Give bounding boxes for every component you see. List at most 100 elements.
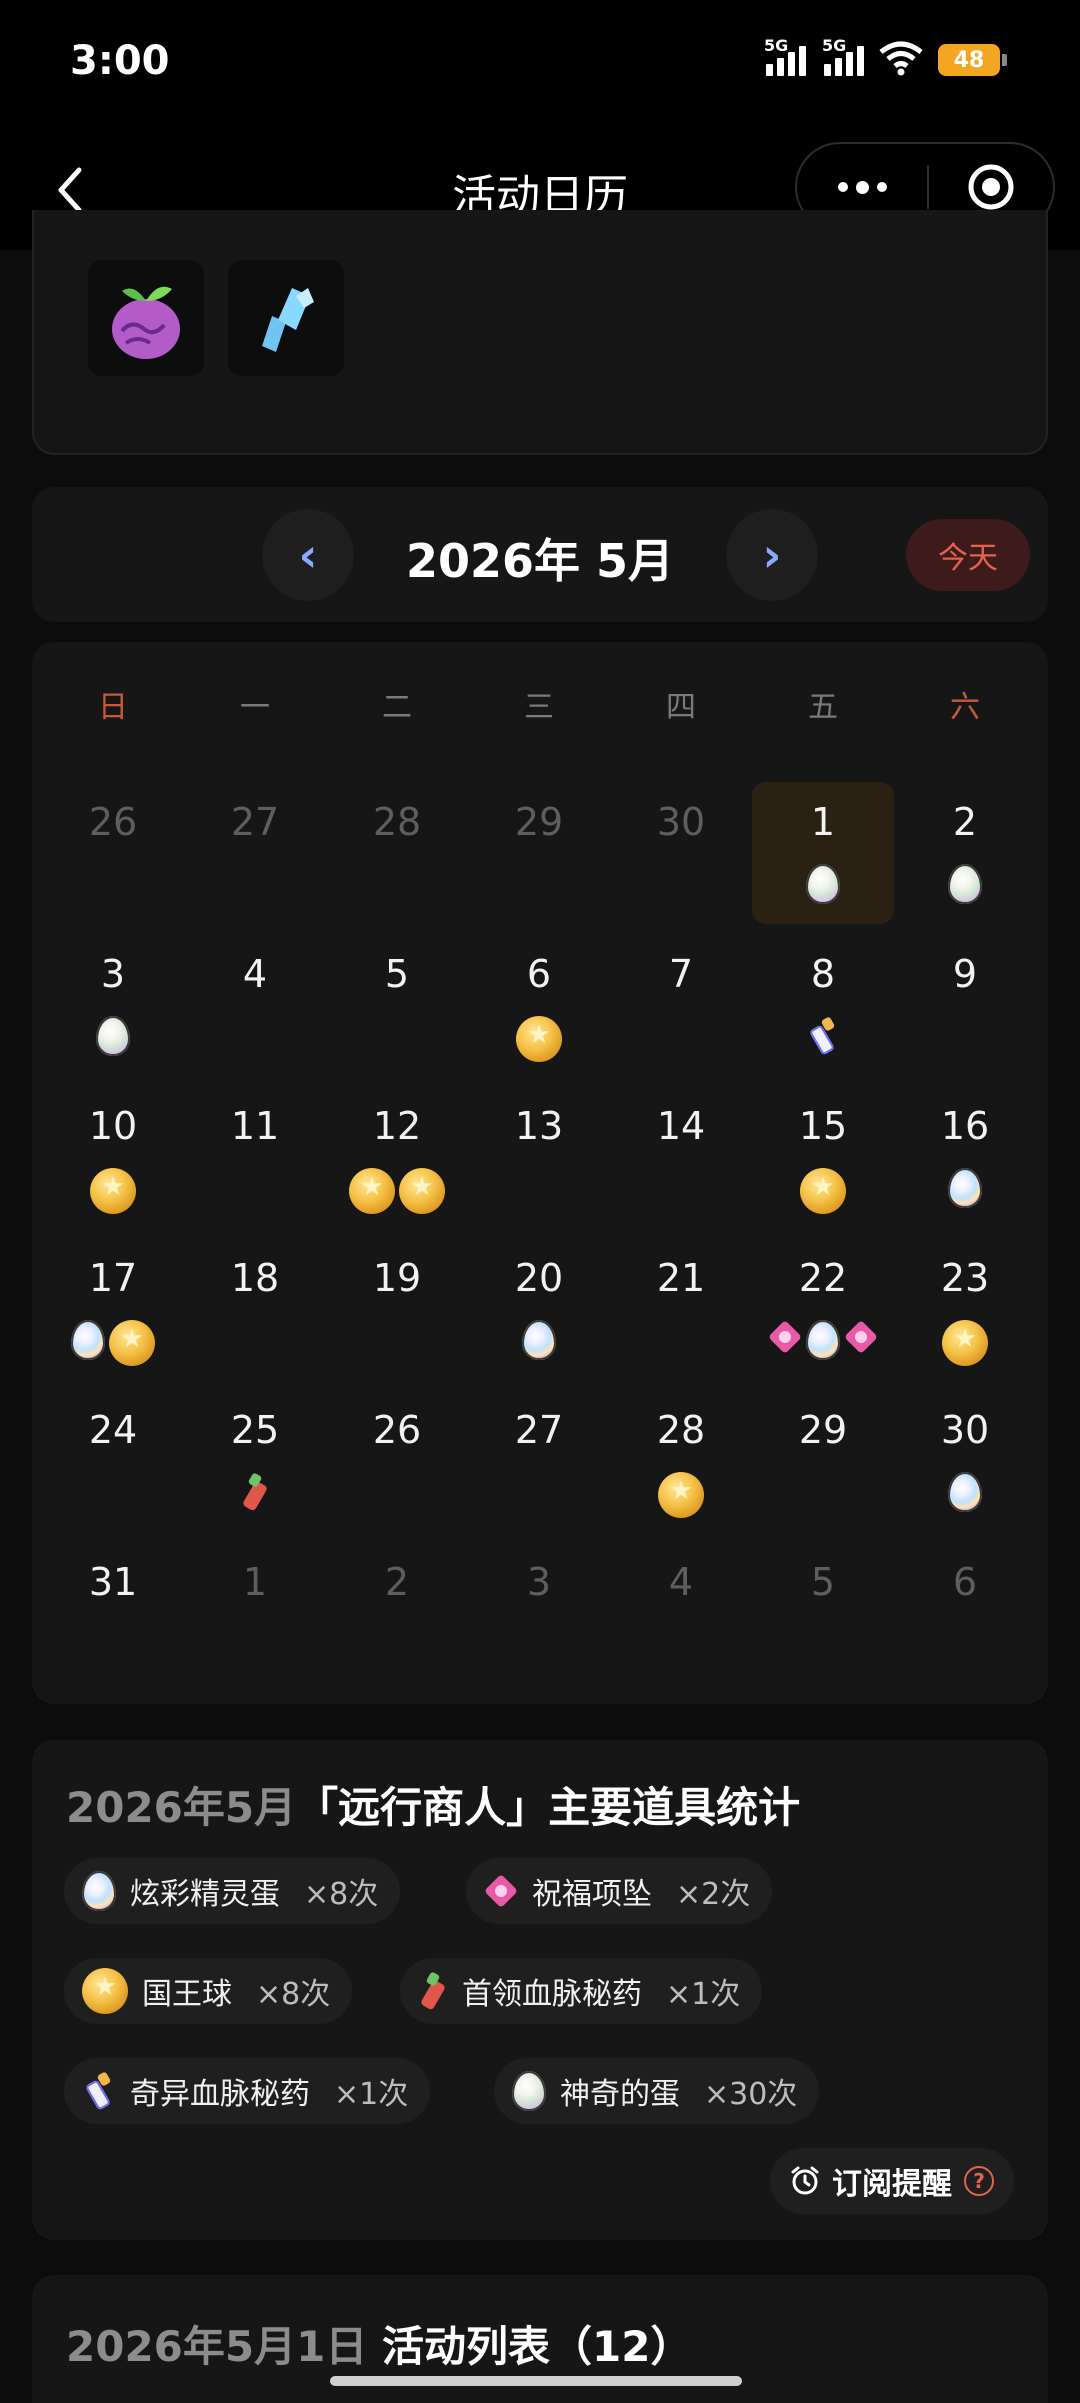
dot (855, 180, 869, 194)
egg-icon (948, 864, 982, 904)
calendar-day[interactable]: 30 (610, 782, 752, 924)
calendar-day[interactable]: 30 (894, 1390, 1036, 1532)
calendar-day[interactable]: 29 (468, 782, 610, 924)
calendar-day[interactable]: 3 (42, 934, 184, 1076)
calendar-day[interactable]: 26 (42, 782, 184, 924)
calendar-day[interactable]: 27 (184, 782, 326, 924)
calendar-week-row: 10 11 12 13 14 15 16 (42, 1086, 1038, 1238)
stats-item[interactable]: 神奇的蛋 ×30次 (494, 2058, 820, 2124)
calendar-day[interactable]: 9 (894, 934, 1036, 1076)
calendar-day[interactable]: 16 (894, 1086, 1036, 1228)
king-ball-icon (349, 1168, 395, 1214)
day-item-icons (752, 1016, 894, 1056)
calendar-day[interactable]: 25 (184, 1390, 326, 1532)
day-number: 26 (372, 1408, 422, 1452)
activity-list-title: 2026年5月1日 活动列表（12） (66, 2313, 692, 2374)
calendar-week-row: 17 18 19 20 21 22 23 (42, 1238, 1038, 1390)
calendar-day[interactable]: 28 (326, 782, 468, 924)
calendar-day[interactable]: 8 (752, 934, 894, 1076)
calendar-day[interactable]: 24 (42, 1390, 184, 1532)
target-icon (968, 164, 1014, 210)
day-number: 17 (88, 1256, 138, 1300)
item-name: 国王球 (142, 1977, 232, 2012)
calendar-day[interactable]: 13 (468, 1086, 610, 1228)
calendar-day[interactable]: 12 (326, 1086, 468, 1228)
day-number: 4 (242, 952, 268, 996)
calendar-week-row: 24 25 26 27 28 29 30 (42, 1390, 1038, 1542)
day-item-icons (326, 1168, 468, 1214)
calendar-day[interactable]: 6 (468, 934, 610, 1076)
calendar-day[interactable]: 26 (326, 1390, 468, 1532)
help-icon[interactable]: ? (964, 2166, 994, 2196)
stats-item[interactable]: 炫彩精灵蛋 ×8次 (64, 1858, 401, 1924)
calendar-week-row: 31 1 2 3 4 5 6 (42, 1542, 1038, 1694)
reward-item[interactable] (228, 260, 344, 376)
calendar-day[interactable]: 4 (610, 1542, 752, 1684)
day-number: 28 (372, 800, 422, 844)
day-item-icons (752, 864, 894, 904)
reward-card (32, 210, 1048, 455)
activity-list-main: 活动列表（12） (381, 2322, 693, 2371)
stats-item[interactable]: 祝福项坠 ×2次 (466, 1858, 773, 1924)
day-number: 11 (230, 1104, 280, 1148)
day-item-icons (184, 1472, 326, 1512)
stats-item[interactable]: 首领血脉秘药 ×1次 (400, 1958, 763, 2024)
calendar-grid: 日 一 二 三 四 五 六 26272829301234567891011121… (32, 642, 1048, 1704)
king-ball-icon (109, 1320, 155, 1366)
calendar-day[interactable]: 18 (184, 1238, 326, 1380)
reward-item[interactable] (88, 260, 204, 376)
calendar-day[interactable]: 28 (610, 1390, 752, 1532)
calendar-day[interactable]: 1 (752, 782, 894, 924)
status-icons: 5G 5G 48 (764, 36, 1007, 76)
calendar-day[interactable]: 29 (752, 1390, 894, 1532)
day-number: 2 (384, 1560, 410, 1604)
home-indicator[interactable] (330, 2376, 742, 2386)
item-name: 首领血脉秘药 (462, 1977, 642, 2012)
calendar-day[interactable]: 7 (610, 934, 752, 1076)
calendar-day[interactable]: 23 (894, 1238, 1036, 1380)
calendar-day[interactable]: 6 (894, 1542, 1036, 1684)
day-number: 15 (798, 1104, 848, 1148)
calendar-day[interactable]: 22 (752, 1238, 894, 1380)
subscribe-label: 订阅提醒 (832, 2167, 952, 2202)
weekday-label: 三 (524, 690, 554, 725)
calendar-day[interactable]: 10 (42, 1086, 184, 1228)
calendar-day[interactable]: 17 (42, 1238, 184, 1380)
calendar-day[interactable]: 14 (610, 1086, 752, 1228)
calendar-day[interactable]: 2 (894, 782, 1036, 924)
weekday-label: 六 (950, 690, 980, 725)
calendar-day[interactable]: 11 (184, 1086, 326, 1228)
calendar-day[interactable]: 3 (468, 1542, 610, 1684)
stats-title: 2026年5月「远行商人」主要道具统计 (66, 1774, 800, 1835)
signal-icon: 5G (764, 36, 806, 76)
calendar-day[interactable]: 20 (468, 1238, 610, 1380)
calendar-day[interactable]: 15 (752, 1086, 894, 1228)
calendar-day[interactable]: 27 (468, 1390, 610, 1532)
today-button[interactable]: 今天 (906, 519, 1030, 591)
day-number: 25 (230, 1408, 280, 1452)
day-grid: 2627282930123456789101112131415161718192… (42, 782, 1038, 1694)
calendar-day[interactable]: 21 (610, 1238, 752, 1380)
calendar-day[interactable]: 2 (326, 1542, 468, 1684)
merchant-stats-card: 2026年5月「远行商人」主要道具统计 炫彩精灵蛋 ×8次 祝福项坠 ×2次 国… (32, 1740, 1048, 2240)
rainbow-egg-icon (82, 1871, 116, 1911)
day-number: 24 (88, 1408, 138, 1452)
calendar-day[interactable]: 31 (42, 1542, 184, 1684)
day-number: 2 (952, 800, 978, 844)
day-number: 9 (952, 952, 978, 996)
day-number: 16 (940, 1104, 990, 1148)
stats-item[interactable]: 奇异血脉秘药 ×1次 (64, 2058, 431, 2124)
item-name: 祝福项坠 (532, 1877, 652, 1912)
calendar-day[interactable]: 4 (184, 934, 326, 1076)
calendar-day[interactable]: 19 (326, 1238, 468, 1380)
next-month-button[interactable]: › (726, 509, 818, 601)
day-number: 1 (810, 800, 836, 844)
calendar-day[interactable]: 1 (184, 1542, 326, 1684)
month-title: 2026年 5月 (405, 534, 675, 588)
pendant-icon (844, 1320, 878, 1354)
subscribe-reminder-button[interactable]: 订阅提醒 ? (770, 2148, 1014, 2214)
alarm-clock-icon (791, 2166, 819, 2195)
calendar-day[interactable]: 5 (326, 934, 468, 1076)
calendar-day[interactable]: 5 (752, 1542, 894, 1684)
stats-item[interactable]: 国王球 ×8次 (64, 1958, 353, 2024)
